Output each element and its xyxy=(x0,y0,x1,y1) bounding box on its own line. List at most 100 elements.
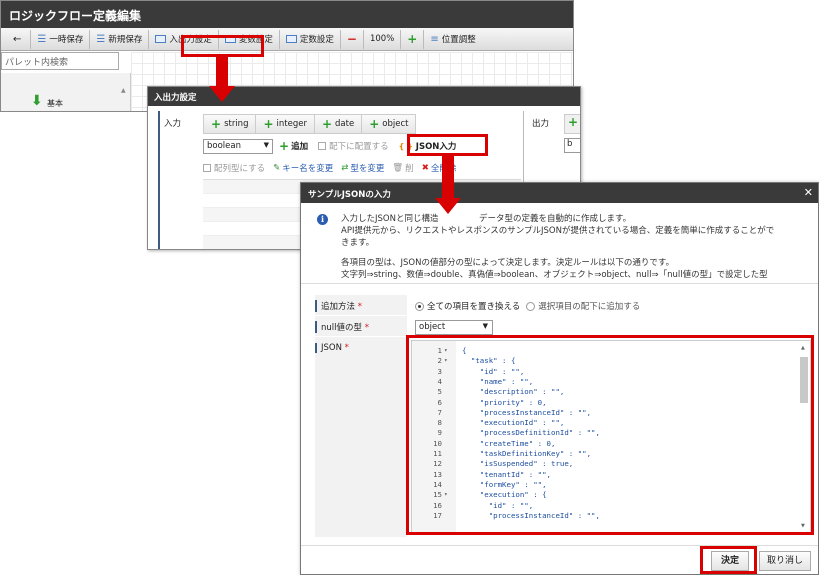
add-method-label-text: 追加方法 xyxy=(321,302,356,312)
close-icon[interactable]: ✕ xyxy=(804,186,813,199)
annotation-arrow xyxy=(442,156,454,200)
editor-toolbar: ← ☰ 一時保存 ☰ 新規保存 入出力設定 変数設定 定数設定 − 100% + xyxy=(1,28,573,51)
add-object-button[interactable]: + object xyxy=(362,115,415,133)
json-dialog-title-text: サンプルJSONの入力 xyxy=(308,190,391,200)
json-dialog-title: サンプルJSONの入力 ✕ xyxy=(301,183,818,203)
caret-down-icon: ▼ xyxy=(263,140,269,149)
position-adjust-label: 位置調整 xyxy=(441,35,476,45)
json-label: JSON * xyxy=(315,343,405,353)
required-mark: * xyxy=(357,302,362,312)
type-label: string xyxy=(224,119,249,129)
null-type-label: null値の型 * xyxy=(315,321,405,333)
plus-icon: + xyxy=(321,117,333,131)
info-text-line: データ型の定義を自動的に作成します。 xyxy=(479,214,632,224)
form-label-cell xyxy=(315,337,407,537)
caret-down-icon: ▼ xyxy=(482,322,488,330)
palette-category-basic[interactable]: 基本 xyxy=(47,98,63,109)
radio-add-under-option[interactable]: 選択項目の配下に追加する xyxy=(526,300,640,312)
plus-icon: + xyxy=(211,117,222,131)
plus-icon: + xyxy=(568,115,579,129)
type-select[interactable]: boolean ▼ xyxy=(203,138,273,154)
null-type-value: object xyxy=(419,322,446,332)
required-mark: * xyxy=(344,343,349,353)
json-label-text: JSON xyxy=(321,343,342,353)
highlight-io-settings xyxy=(181,35,264,57)
pencil-icon: ✎ xyxy=(273,163,281,173)
radio-replace-all-label[interactable]: 全ての項目を置き換える xyxy=(427,300,520,312)
zoom-in-button[interactable]: + xyxy=(401,29,425,49)
type-label: date xyxy=(335,119,355,129)
annotation-arrow xyxy=(216,57,228,88)
checkbox-icon xyxy=(203,164,211,172)
palette-scroll-up-icon[interactable]: ▲ xyxy=(121,87,126,94)
add-button[interactable]: + 追加 xyxy=(279,139,308,153)
add-method-label: 追加方法 * xyxy=(315,300,405,312)
zoom-level: 100% xyxy=(364,29,402,49)
arrow-left-icon: ← xyxy=(13,33,22,45)
position-adjust-button[interactable]: ≡ 位置調整 xyxy=(424,30,481,49)
rename-key-label: キー名を変更 xyxy=(282,164,334,174)
info-text-line: API提供元から、リクエストやレスポンスのサンプルJSONが提供されている場合、… xyxy=(341,226,775,236)
array-checkbox[interactable]: 配列型にする xyxy=(203,162,265,174)
required-mark: * xyxy=(364,323,369,333)
x-icon: ✖ xyxy=(421,163,429,173)
type-button-bar: + string + integer + date + object xyxy=(203,114,417,134)
back-button[interactable]: ← xyxy=(7,29,32,49)
section-divider xyxy=(158,111,160,249)
rename-key-button[interactable]: ✎ キー名を変更 xyxy=(273,162,333,174)
temp-save-label: 一時保存 xyxy=(49,35,84,45)
minus-icon: − xyxy=(346,32,357,46)
add-label: 追加 xyxy=(291,142,309,152)
output-type-select[interactable]: b xyxy=(564,138,580,153)
palette-search-input[interactable]: パレット内検索 xyxy=(1,52,119,70)
plus-icon: + xyxy=(279,139,290,153)
highlight-json-editor xyxy=(406,335,814,535)
null-type-label-text: null値の型 xyxy=(321,323,362,333)
highlight-ok-button xyxy=(700,546,757,574)
null-type-select[interactable]: object ▼ xyxy=(415,320,493,335)
output-section-label: 出力 xyxy=(532,119,550,129)
input-section-label: 入力 xyxy=(164,119,182,129)
delete-button[interactable]: 🗑 削 xyxy=(392,162,413,174)
zoom-out-button[interactable]: − xyxy=(341,29,364,49)
change-type-label: 型を変更 xyxy=(350,164,385,174)
delete-label: 削 xyxy=(405,164,414,174)
add-method-radio-group: 全ての項目を置き換える 選択項目の配下に追加する xyxy=(415,300,640,312)
arrow-down-icon: ⬇ xyxy=(31,93,43,109)
editor-title: ロジックフロー定義編集 xyxy=(1,1,573,28)
new-save-button[interactable]: ☰ 新規保存 xyxy=(90,29,150,49)
change-type-button[interactable]: ⇄ 型を変更 xyxy=(341,162,384,174)
radio-replace-all[interactable] xyxy=(415,301,424,311)
add-date-button[interactable]: + date xyxy=(315,115,363,133)
new-save-label: 新規保存 xyxy=(108,35,143,45)
const-settings-button[interactable]: 定数設定 xyxy=(280,29,341,49)
radio-add-under-label[interactable]: 選択項目の配下に追加する xyxy=(538,300,640,312)
cancel-button[interactable]: 取り消し xyxy=(759,551,811,571)
plus-icon: + xyxy=(407,32,418,46)
item-actions-row: 配列型にする ✎キー名を変更 ⇄型を変更 🗑削 ✖全削除 xyxy=(203,159,464,177)
type-label: integer xyxy=(276,119,307,129)
arrow-down-icon xyxy=(209,86,235,102)
info-text-line: 各項目の型は、JSONの値部分の型によって決定します。決定ルールは以下の通りです… xyxy=(341,258,675,268)
palette-panel xyxy=(1,73,131,111)
window-icon xyxy=(285,35,297,43)
plus-icon: + xyxy=(369,117,380,131)
add-integer-button[interactable]: + integer xyxy=(256,115,315,133)
place-under-label: 配下に配置する xyxy=(329,142,389,152)
trash-icon: 🗑 xyxy=(392,163,404,173)
radio-add-under[interactable] xyxy=(526,301,536,311)
array-label: 配列型にする xyxy=(214,164,266,174)
align-icon: ≡ xyxy=(430,33,439,45)
highlight-json-input xyxy=(407,134,488,156)
place-under-checkbox[interactable]: 配下に配置する xyxy=(318,140,389,152)
arrow-down-icon xyxy=(435,198,461,214)
output-add-button[interactable]: + xyxy=(564,114,580,134)
add-string-button[interactable]: + string xyxy=(204,115,257,133)
save-icon: ☰ xyxy=(37,33,47,45)
checkbox-icon xyxy=(318,142,327,150)
temp-save-button[interactable]: ☰ 一時保存 xyxy=(31,29,91,49)
plus-icon: + xyxy=(263,117,274,131)
divider xyxy=(301,283,818,284)
type-select-value: boolean xyxy=(207,140,241,151)
type-change-icon: ⇄ xyxy=(341,163,349,173)
